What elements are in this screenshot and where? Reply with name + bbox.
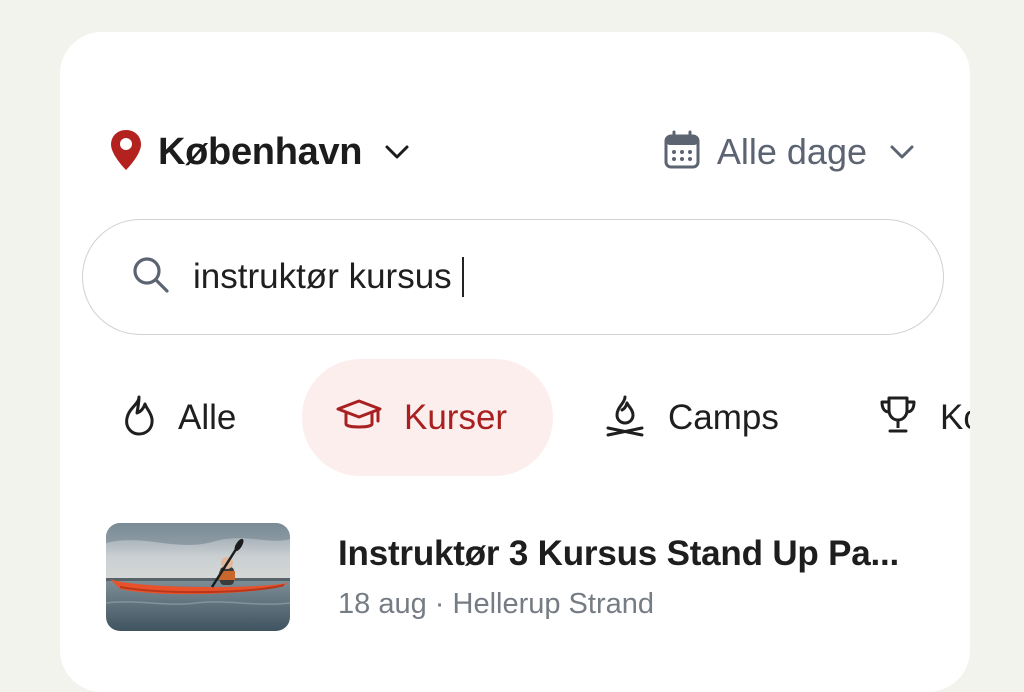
chevron-down-icon (889, 144, 915, 160)
event-thumbnail (106, 523, 290, 631)
search-input[interactable]: instruktør kursus (193, 257, 452, 297)
search-field[interactable]: instruktør kursus (82, 219, 944, 335)
tab-alle[interactable]: Alle (122, 359, 236, 476)
result-place: Hellerup Strand (452, 587, 655, 620)
filter-bar: København Alle dage (108, 127, 915, 177)
chevron-down-icon (384, 144, 410, 160)
meta-separator: · (434, 587, 445, 620)
campfire-icon (604, 393, 646, 442)
tab-label: Camps (668, 397, 779, 437)
result-meta: 18 aug · Hellerup Strand (338, 588, 899, 621)
location-label: København (158, 130, 363, 173)
calendar-icon (663, 130, 701, 175)
tab-camps[interactable]: Camps (604, 359, 779, 476)
category-tabs: Alle Kurser Camps K (60, 359, 970, 476)
date-selector[interactable]: Alle dage (663, 130, 915, 175)
trophy-icon (878, 394, 918, 441)
text-cursor (461, 257, 464, 297)
search-icon (131, 255, 171, 300)
location-selector[interactable]: København (108, 128, 410, 177)
tab-label: Ko (940, 397, 970, 437)
tab-kurser[interactable]: Kurser (302, 359, 553, 476)
result-details: Instruktør 3 Kursus Stand Up Pa... 18 au… (338, 534, 899, 621)
tab-konkurrencer[interactable]: Ko (878, 359, 970, 476)
flame-icon (122, 394, 156, 441)
graduation-cap-icon (336, 397, 382, 438)
list-item[interactable]: Instruktør 3 Kursus Stand Up Pa... 18 au… (106, 522, 950, 632)
tab-label: Kurser (404, 397, 508, 437)
date-filter-label: Alle dage (716, 131, 867, 172)
map-pin-icon (108, 128, 144, 177)
result-title: Instruktør 3 Kursus Stand Up Pa... (338, 533, 900, 573)
event-finder-card: København Alle dage instruktør kursus Al… (60, 32, 970, 692)
result-date: 18 aug (338, 587, 427, 620)
tab-label: Alle (178, 397, 237, 437)
